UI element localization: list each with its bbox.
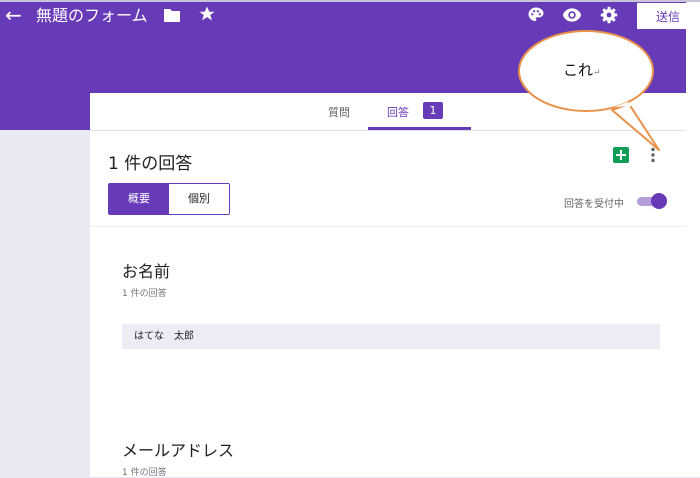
question-response-count: 1 件の回答 — [122, 468, 167, 478]
return-mark-icon: ↵ — [593, 68, 601, 78]
frame-top-border — [0, 0, 700, 2]
response-summary-title: 1 件の回答 — [108, 154, 193, 174]
right-margin — [686, 0, 700, 477]
send-button[interactable]: 送信 — [637, 3, 699, 29]
callout-bubble — [518, 30, 660, 151]
folder-icon[interactable] — [163, 7, 181, 23]
answer-text: はてな 太郎 — [134, 331, 194, 342]
tab-responses[interactable]: 回答 — [387, 104, 409, 120]
arrow-back-icon[interactable]: ← — [5, 3, 22, 27]
tab-questions[interactable]: 質問 — [328, 104, 350, 120]
accepting-responses-toggle[interactable] — [637, 193, 667, 209]
callout-label: これ — [563, 61, 594, 79]
form-title[interactable]: 無題のフォーム — [36, 6, 148, 26]
response-count-badge: 1 — [423, 102, 443, 119]
question-title: メールアドレス — [122, 441, 235, 460]
gear-icon[interactable] — [600, 6, 618, 24]
accepting-responses-label: 回答を受付中 — [564, 199, 624, 210]
question-title: お名前 — [122, 262, 171, 281]
toggle-knob — [651, 193, 667, 209]
palette-icon[interactable] — [527, 6, 545, 24]
answer-row: はてな 太郎 — [122, 324, 660, 349]
question-response-count: 1 件の回答 — [122, 289, 167, 299]
callout-text: これ↵ — [563, 59, 601, 80]
individual-view-button[interactable]: 個別 — [169, 184, 229, 214]
active-tab-indicator — [368, 127, 471, 130]
section-divider — [90, 226, 686, 227]
view-toggle: 概要 個別 — [108, 183, 230, 215]
summary-view-button[interactable]: 概要 — [109, 184, 169, 214]
eye-icon[interactable] — [562, 7, 582, 23]
star-icon[interactable] — [198, 5, 216, 23]
responses-card: 1 件の回答 概要 個別 回答を受付中 お名前 1 件の回答 はてな 太郎 メー… — [90, 131, 686, 478]
